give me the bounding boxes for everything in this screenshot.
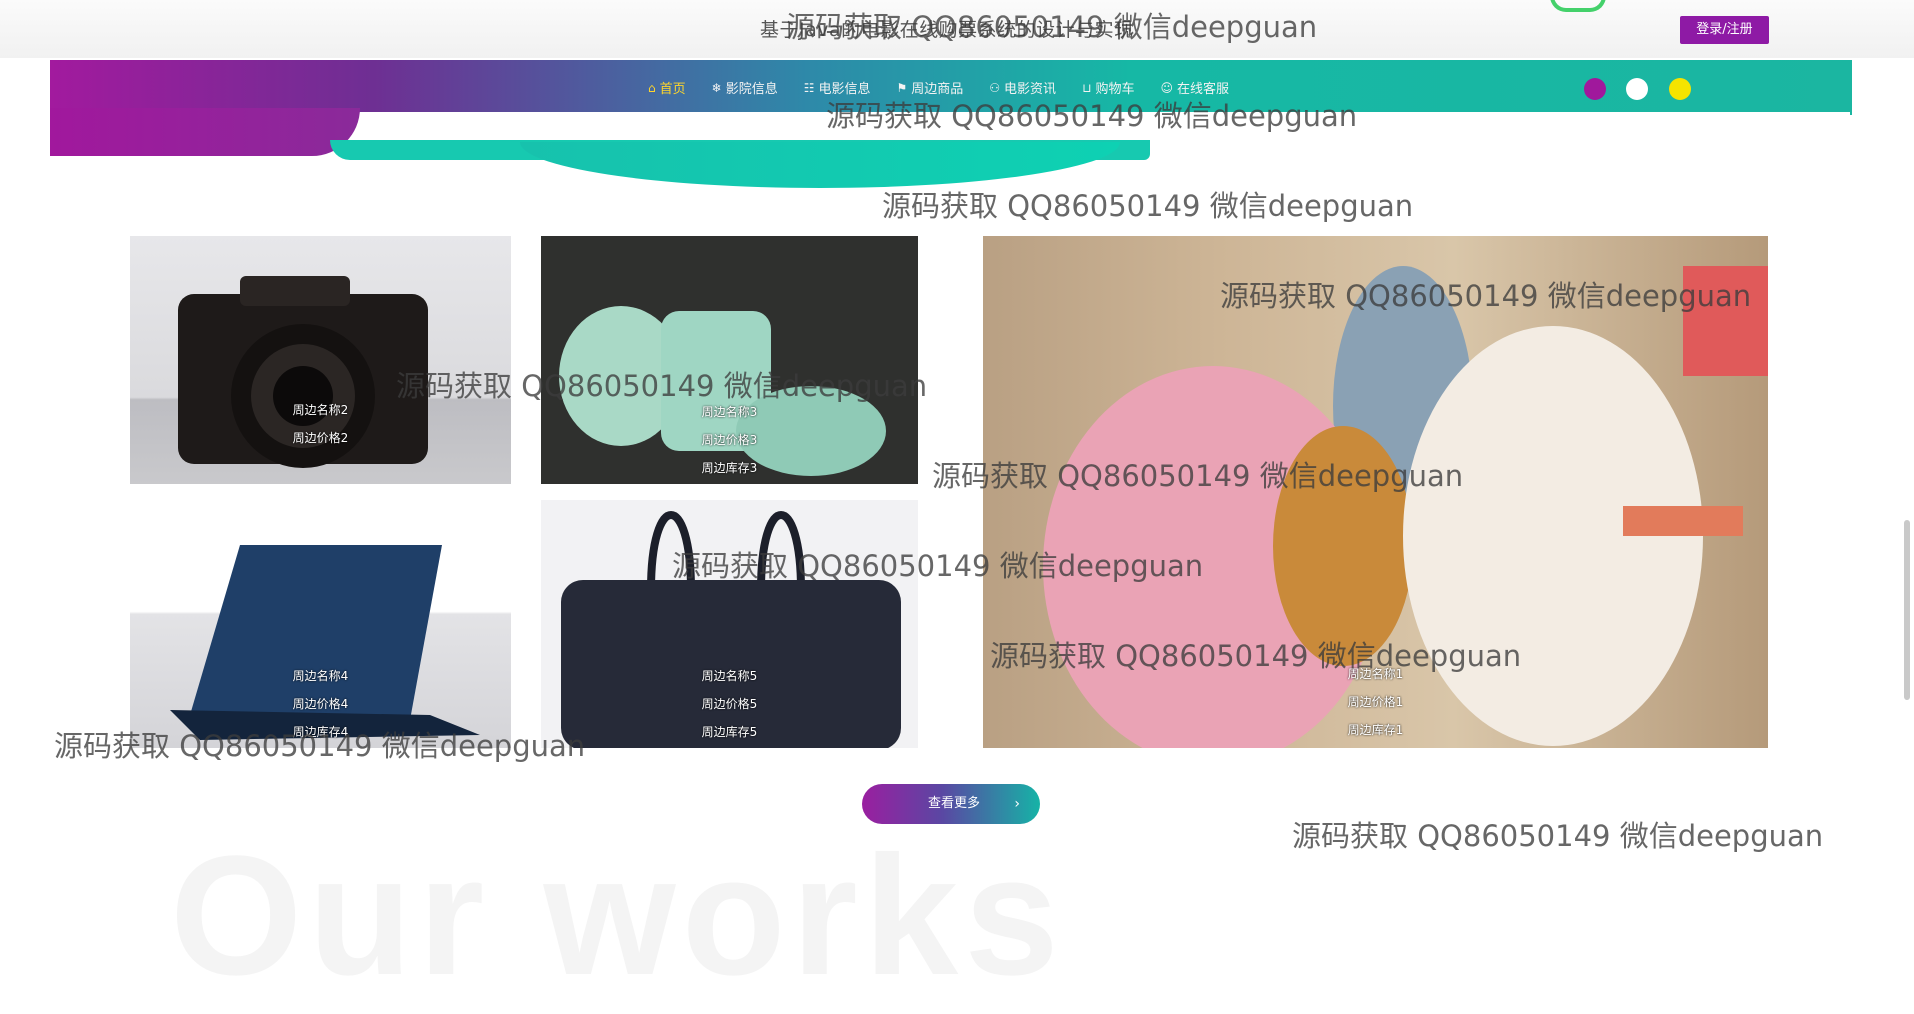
scrollbar-thumb[interactable] bbox=[1904, 520, 1910, 700]
watermark: 源码获取 QQ86050149 微信deepguan bbox=[396, 369, 928, 403]
merch-price: 周边价格4 bbox=[292, 697, 349, 711]
section-background-title: Our works bbox=[170, 821, 1065, 1011]
merch-price: 周边价格5 bbox=[701, 697, 758, 711]
merch-card-laptop[interactable]: 周边名称4 周边价格4 周边库存4 bbox=[130, 500, 511, 748]
watermark: 源码获取 QQ86050149 微信deepguan bbox=[672, 549, 1204, 583]
watermark: 源码获取 QQ86050149 微信deepguan bbox=[786, 10, 1318, 44]
watermark: 源码获取 QQ86050149 微信deepguan bbox=[932, 459, 1464, 493]
merch-card-teaset[interactable]: 周边名称3 周边价格3 周边库存3 bbox=[541, 236, 918, 484]
snowflake-icon: ❄ bbox=[711, 80, 722, 95]
merch-card-camera[interactable]: 周边名称2 周边价格2 bbox=[130, 236, 511, 484]
login-register-button[interactable]: 登录/注册 bbox=[1680, 16, 1769, 44]
watermark: 源码获取 QQ86050149 微信deepguan bbox=[990, 639, 1522, 673]
watermark: 源码获取 QQ86050149 微信deepguan bbox=[1292, 819, 1824, 853]
merch-stock: 周边库存1 bbox=[1347, 723, 1404, 737]
merch-stock: 周边库存5 bbox=[701, 725, 758, 739]
nav-item-cinemas[interactable]: ❄ 影院信息 bbox=[711, 78, 778, 98]
watermark: 源码获取 QQ86050149 微信deepguan bbox=[882, 189, 1414, 223]
home-icon: ⌂ bbox=[648, 80, 656, 95]
watermark: 源码获取 QQ86050149 微信deepguan bbox=[54, 729, 586, 763]
merch-caption: 周边名称5 周边价格5 周边库存5 bbox=[541, 662, 918, 746]
merch-stock: 周边库存3 bbox=[701, 461, 758, 475]
merch-price: 周边价格1 bbox=[1347, 695, 1404, 709]
merch-name[interactable]: 周边名称5 bbox=[541, 662, 918, 690]
nav-item-label: 影院信息 bbox=[725, 82, 778, 97]
theme-dot-purple[interactable] bbox=[1584, 78, 1606, 100]
theme-dot-white[interactable] bbox=[1626, 78, 1648, 100]
user-indicator bbox=[1550, 0, 1606, 12]
merch-price: 周边价格2 bbox=[292, 431, 349, 445]
nav-wave-purple bbox=[50, 108, 360, 156]
view-more-label: 查看更多 bbox=[928, 796, 981, 811]
merch-card-bag[interactable]: 周边名称5 周边价格5 周边库存5 bbox=[541, 500, 918, 748]
nav-item-home[interactable]: ⌂ 首页 bbox=[648, 78, 686, 98]
merch-price: 周边价格3 bbox=[701, 433, 758, 447]
nav-wave-teal bbox=[520, 142, 1120, 188]
theme-dot-yellow[interactable] bbox=[1669, 78, 1691, 100]
film-icon: ☷ bbox=[803, 80, 815, 95]
merch-caption: 周边名称3 周边价格3 周边库存3 bbox=[541, 398, 918, 482]
watermark: 源码获取 QQ86050149 微信deepguan bbox=[826, 99, 1358, 133]
merch-name[interactable]: 周边名称4 bbox=[130, 662, 511, 690]
nav-item-label: 首页 bbox=[659, 82, 686, 97]
watermark: 源码获取 QQ86050149 微信deepguan bbox=[1220, 279, 1752, 313]
